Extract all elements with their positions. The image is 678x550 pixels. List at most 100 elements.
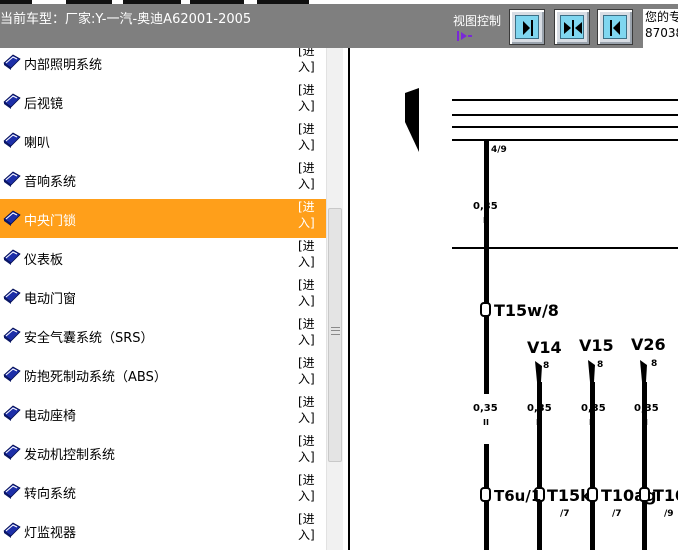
pane-splitter[interactable] — [343, 48, 355, 550]
menu-item[interactable]: 仪表板 [进入] — [0, 238, 326, 277]
component-v15-mark: II — [589, 418, 595, 427]
component-v14-mark: II — [536, 418, 542, 427]
enter-link[interactable]: [进入] — [298, 82, 322, 114]
menu-item[interactable]: 灯监视器 [进入] — [0, 511, 326, 550]
top-bar: 当前车型：厂家:Y-一汽-奥迪A62001-2005 视图控制 您的专 8703… — [0, 0, 678, 48]
menu-item-label: 发动机控制系统 — [24, 448, 116, 463]
left-connector-label: T6u/1 — [494, 487, 541, 505]
component-v26: V26 8 0,35 II T10 /9 — [631, 335, 678, 550]
component-v15-wire: 0,35 — [581, 403, 606, 414]
menu-item-label: 安全气囊系统（SRS） — [24, 331, 154, 346]
menu-scrollbar[interactable] — [326, 48, 343, 550]
menu-item[interactable]: 防抱死制动系统（ABS） [进入] — [0, 355, 326, 394]
component-v26-mark: II — [642, 418, 648, 427]
menu-item-label: 灯监视器 — [24, 526, 77, 541]
main-wire-mark: II — [483, 216, 489, 225]
component-v15-label: V15 — [579, 336, 614, 355]
component-v14-pin: 8 — [543, 361, 549, 371]
component-v14-sub: /7 — [560, 509, 570, 519]
enter-link[interactable]: [进入] — [298, 238, 322, 270]
component-v14-wire: 0,35 — [527, 403, 552, 414]
current-model: 当前车型：厂家:Y-一汽-奥迪A62001-2005 — [0, 8, 251, 27]
book-icon — [3, 210, 21, 226]
component-v26-pin: 8 — [651, 359, 657, 369]
component-v14: V14 8 0,35 II T15k /7 — [527, 338, 591, 550]
menu-item-label: 内部照明系统 — [24, 58, 103, 73]
collapse-left-button[interactable] — [597, 9, 633, 45]
menu-item-label: 转向系统 — [24, 487, 77, 502]
left-wire-mark: II — [483, 418, 489, 427]
menu-item-label: 防抱死制动系统（ABS） — [24, 370, 167, 385]
model-value: 厂家:Y-一汽-奥迪A62001-2005 — [65, 12, 252, 27]
menu-item-label: 仪表板 — [24, 253, 64, 268]
enter-link[interactable]: [进入] — [298, 199, 322, 231]
enter-link[interactable]: [进入] — [298, 472, 322, 504]
enter-link[interactable]: [进入] — [298, 160, 322, 192]
top-edge-strip — [0, 0, 678, 4]
menu-item[interactable]: 喇叭 [进入] — [0, 121, 326, 160]
enter-link[interactable]: [进入] — [298, 355, 322, 387]
main-wire-size: 0,35 — [473, 201, 498, 212]
arrow-bar-right-icon — [523, 20, 533, 36]
enter-link[interactable]: [进入] — [298, 121, 322, 153]
book-icon — [3, 366, 21, 382]
component-v26-sub: /9 — [664, 509, 674, 519]
enter-link[interactable]: [进入] — [298, 277, 322, 309]
menu-item[interactable]: 中央门锁 [进入] — [0, 199, 326, 238]
user-info: 您的专 87038 — [643, 9, 678, 48]
component-v15-sub: /7 — [612, 509, 622, 519]
book-icon — [3, 249, 21, 265]
book-icon — [3, 327, 21, 343]
system-menu: 内部照明系统 [进入] 后视镜 [进入] 喇叭 [进入] 音响系统 [进入] 中央门锁 [进入] 仪… — [0, 48, 326, 550]
menu-item[interactable]: 发动机控制系统 [进入] — [0, 433, 326, 472]
enter-link[interactable]: [进入] — [298, 394, 322, 426]
user-info-line1: 您的专 — [645, 10, 678, 24]
view-control-label: 视图控制 — [453, 14, 502, 28]
book-icon — [3, 444, 21, 460]
component-v14-label: V14 — [527, 338, 562, 357]
left-wire-size: 0,35 — [473, 403, 498, 414]
book-icon — [3, 54, 21, 70]
menu-item-label: 后视镜 — [24, 97, 64, 112]
book-icon — [3, 483, 21, 499]
enter-link[interactable]: [进入] — [298, 316, 322, 348]
menu-item[interactable]: 音响系统 [进入] — [0, 160, 326, 199]
enter-link[interactable]: [进入] — [298, 511, 322, 543]
enter-link[interactable]: [进入] — [298, 48, 322, 75]
arrow-bar-left-icon — [610, 20, 620, 36]
menu-item-label: 中央门锁 — [24, 214, 77, 229]
menu-item-label: 电动座椅 — [24, 409, 77, 424]
component-v26-connector: T10 — [653, 486, 678, 505]
main-pin-label: 4/9 — [491, 145, 507, 155]
menu-item[interactable]: 电动座椅 [进入] — [0, 394, 326, 433]
menu-item[interactable]: 转向系统 [进入] — [0, 472, 326, 511]
user-info-line2: 87038 — [645, 26, 678, 40]
menu-item-label: 音响系统 — [24, 175, 77, 190]
menu-item[interactable]: 后视镜 [进入] — [0, 82, 326, 121]
enter-link[interactable]: [进入] — [298, 433, 322, 465]
split-view-button[interactable] — [554, 9, 590, 45]
menu-item-label: 电动门窗 — [24, 292, 77, 307]
book-icon — [3, 171, 21, 187]
book-icon — [3, 405, 21, 421]
scrollbar-grip-icon — [331, 327, 340, 335]
page-marker-icon — [405, 88, 419, 152]
component-v14-connector: T15k — [547, 486, 591, 505]
component-v26-wire: 0,35 — [634, 403, 659, 414]
menu-item[interactable]: 内部照明系统 [进入] — [0, 48, 326, 82]
view-control-icon — [457, 31, 472, 41]
menu-item[interactable]: 安全气囊系统（SRS） [进入] — [0, 316, 326, 355]
scrollbar-thumb[interactable] — [328, 208, 342, 462]
book-icon — [3, 132, 21, 148]
wiring-diagram: 4/9 0,35 II T15w/8 V14 8 0,35 II T15k /7… — [355, 48, 678, 550]
component-v15-pin: 8 — [597, 360, 603, 370]
book-icon — [3, 93, 21, 109]
model-label-text: 当前车型： — [0, 12, 66, 27]
main-connector-label: T15w/8 — [494, 301, 559, 320]
wiring-diagram-canvas: 4/9 0,35 II T15w/8 V14 8 0,35 II T15k /7… — [405, 88, 678, 550]
split-arrows-icon — [564, 20, 582, 36]
menu-item[interactable]: 电动门窗 [进入] — [0, 277, 326, 316]
expand-right-button[interactable] — [509, 9, 545, 45]
menu-item-label: 喇叭 — [24, 136, 51, 151]
component-v26-label: V26 — [631, 335, 666, 354]
